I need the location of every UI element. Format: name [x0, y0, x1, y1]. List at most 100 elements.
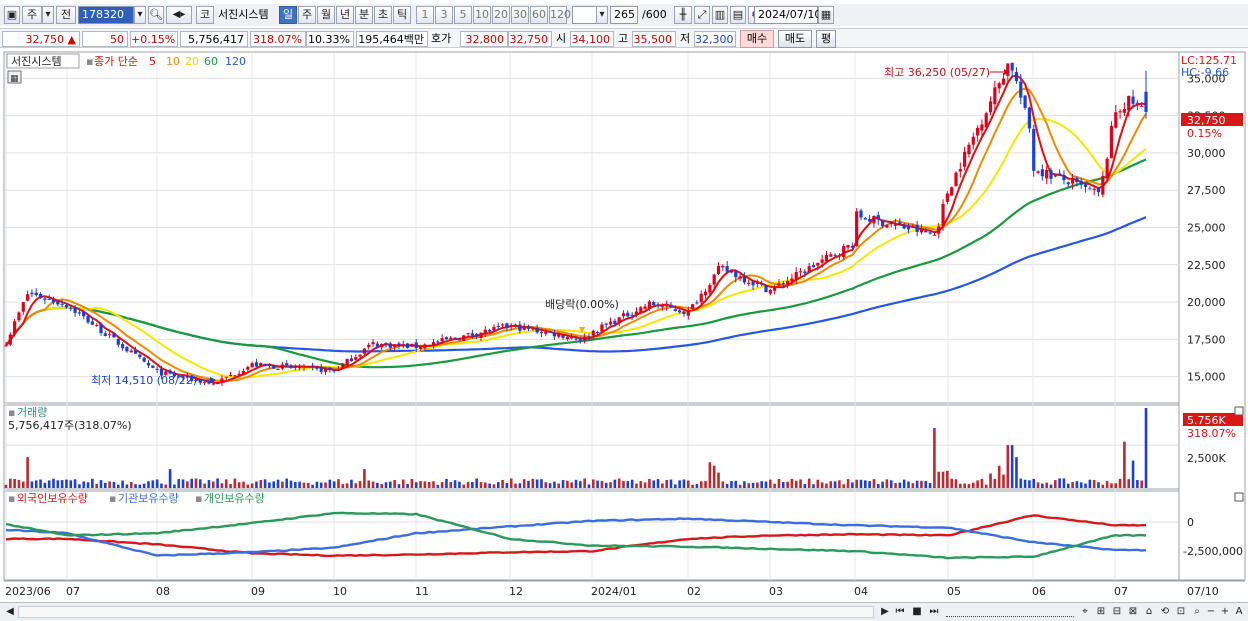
candle-body — [557, 333, 561, 337]
font-size-icon[interactable]: A — [1232, 605, 1246, 620]
prev-button[interactable]: 전 — [56, 6, 76, 24]
candle-body — [21, 302, 25, 312]
volume-bar — [596, 480, 599, 488]
volume-bar — [674, 484, 677, 488]
candle-body — [833, 254, 837, 256]
period-button-0[interactable]: 일 — [279, 6, 297, 24]
interval-button-20[interactable]: 20 — [492, 6, 510, 24]
candle-body — [211, 383, 215, 385]
candle-body — [760, 283, 764, 285]
period-button-3[interactable]: 년 — [336, 6, 354, 24]
volume-bar — [769, 479, 772, 488]
volume-bar — [1036, 482, 1040, 488]
buy-button[interactable]: 매수 — [740, 30, 774, 48]
volume-bar — [475, 478, 478, 488]
candle-body — [932, 234, 937, 236]
tool-icon-2[interactable]: ⊞ — [1094, 605, 1108, 620]
volume-bar — [319, 482, 323, 488]
tool-icon-7[interactable]: ⊡ — [1174, 605, 1188, 620]
volume-bar — [263, 479, 267, 488]
zoom-in-icon[interactable]: + — [1218, 605, 1232, 620]
x-tick-label-10: 04 — [854, 585, 868, 598]
period-button-1[interactable]: 주 — [298, 6, 316, 24]
calendar-icon[interactable]: ▦ — [818, 6, 834, 24]
mode-label: 주 — [26, 8, 38, 21]
holding-panel-close-icon[interactable] — [1234, 492, 1244, 502]
scroll-right-icon[interactable]: ▶ — [878, 605, 892, 620]
interval-button-5[interactable]: 5 — [454, 6, 472, 24]
current-price: 32,750 ▲ — [2, 31, 80, 47]
mode-dropdown-icon[interactable]: ▾ — [42, 6, 54, 24]
tool-icon-4[interactable]: ⊠ — [1126, 605, 1140, 620]
volume-bar — [544, 482, 548, 488]
volume-bar — [294, 481, 297, 488]
volume-bar — [566, 480, 569, 488]
volume-bar — [1075, 481, 1079, 488]
mode-select[interactable]: 주 — [22, 6, 42, 24]
volume-bar — [177, 479, 181, 488]
first-page-icon[interactable]: ⏮ — [893, 605, 907, 620]
save-icon[interactable]: ▤ — [730, 6, 746, 24]
interval-button-10[interactable]: 10 — [473, 6, 491, 24]
volume-bar — [617, 478, 621, 488]
interval-button-120[interactable]: 120 — [549, 6, 571, 24]
volume-bar — [34, 480, 38, 488]
volume-bar — [1041, 483, 1044, 488]
interval-dropdown-icon[interactable]: ▾ — [596, 6, 608, 24]
scrollbar-track[interactable] — [18, 606, 874, 618]
volume-bar — [665, 479, 668, 488]
scroll-left-icon[interactable]: ◀ — [3, 605, 17, 620]
tool-icon-6[interactable]: ⟲ — [1158, 605, 1172, 620]
chart-area[interactable]: 35,00032,50030,00027,50025,00022,50020,0… — [0, 50, 1248, 602]
volume-bar — [885, 479, 889, 488]
candle-body — [1070, 179, 1075, 184]
interval-button-60[interactable]: 60 — [530, 6, 548, 24]
candle-body — [945, 193, 949, 202]
period-button-5[interactable]: 초 — [374, 6, 392, 24]
zoom-out-icon[interactable]: − — [1204, 605, 1218, 620]
search-icon[interactable]: 🔍︎ — [148, 6, 164, 24]
period-button-4[interactable]: 분 — [355, 6, 373, 24]
tool-icon-1[interactable]: ⌖ — [1078, 605, 1092, 620]
volume-bar — [151, 480, 155, 488]
candle-body — [64, 305, 69, 308]
date-input[interactable]: 2024/07/10 — [754, 6, 821, 24]
tool-icon-3[interactable]: ⊟ — [1110, 605, 1124, 620]
volume-bar — [289, 480, 293, 488]
volume-bar — [989, 473, 992, 488]
candle-body — [712, 274, 716, 285]
chart-type-icon[interactable]: ╫ — [674, 6, 692, 24]
candle-body — [816, 262, 820, 266]
interval-button-30[interactable]: 30 — [511, 6, 529, 24]
volume-bar — [777, 478, 781, 488]
volume-bar — [39, 479, 42, 488]
interval-button-3[interactable]: 3 — [435, 6, 453, 24]
volume-bar — [479, 482, 483, 488]
stock-code-input[interactable]: 178320 — [78, 6, 134, 24]
market-button[interactable]: 코 — [196, 6, 214, 24]
candle-body — [1144, 91, 1148, 112]
legend-dot: ▪ — [86, 55, 93, 68]
sell-button[interactable]: 매도 — [778, 30, 812, 48]
zoom-search-icon[interactable]: ⌕ — [1190, 605, 1204, 620]
flat-button[interactable]: 평 — [816, 30, 836, 48]
stop-icon[interactable]: ■ — [910, 605, 924, 620]
candle-body — [38, 293, 43, 299]
candle-body — [125, 346, 129, 352]
x-end-label: 07/10 — [1187, 585, 1219, 598]
zoom-slider[interactable] — [946, 609, 1074, 617]
volume-panel-close-icon[interactable] — [1234, 406, 1244, 416]
period-button-6[interactable]: 틱 — [393, 6, 411, 24]
draw-tool-icon[interactable]: ⤢ — [694, 6, 710, 24]
window-menu-icon[interactable]: ▣ — [4, 6, 20, 24]
price-y-tick-label-6: 20,000 — [1187, 296, 1226, 309]
interval-button-1[interactable]: 1 — [416, 6, 434, 24]
period-button-2[interactable]: 월 — [317, 6, 335, 24]
legend-dot-2: ▪ — [109, 492, 116, 505]
speaker-icon[interactable]: ◀▸ — [166, 6, 192, 24]
count-input[interactable]: 265 — [610, 6, 638, 24]
tool-icon-5[interactable]: ⌂ — [1142, 605, 1156, 620]
last-page-icon[interactable]: ⏭ — [927, 605, 941, 620]
layout-icon[interactable]: ▥ — [712, 6, 728, 24]
code-dropdown-icon[interactable]: ▾ — [134, 6, 146, 24]
